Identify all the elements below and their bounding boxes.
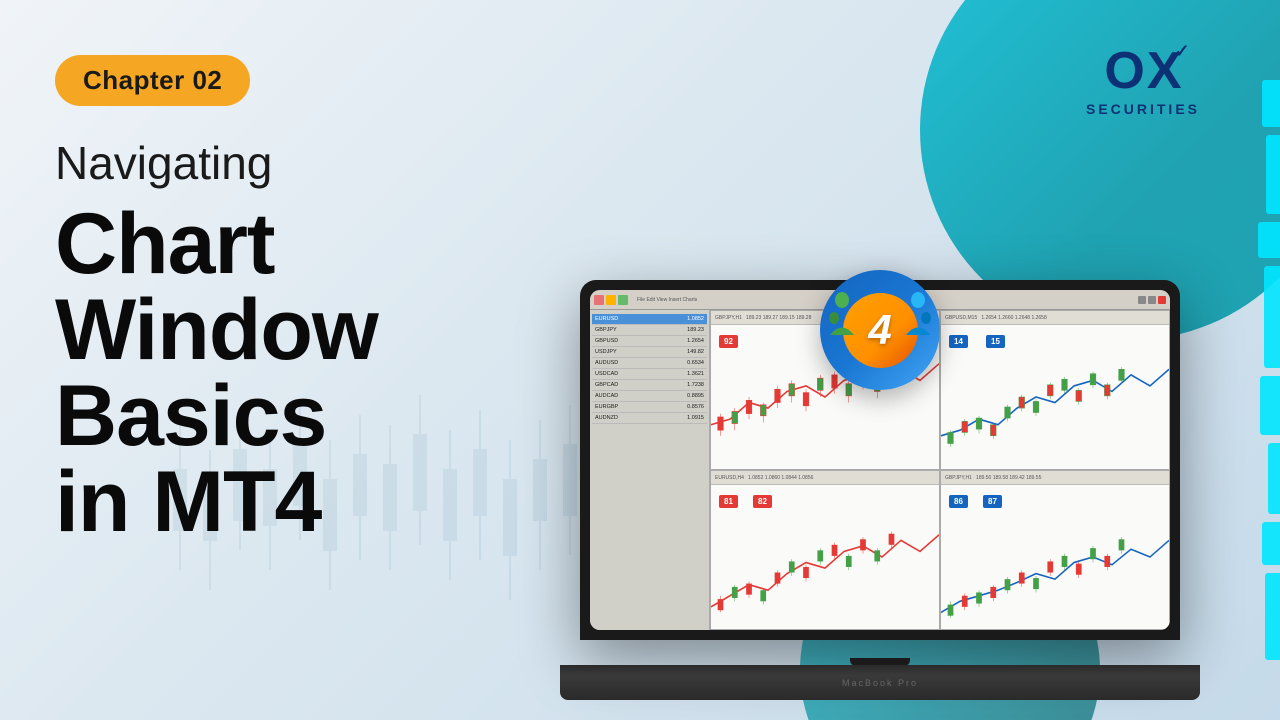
mt4-sidebar: EURUSD1.0852 GBPJPY189.23 GBPUSD1.2654 U…	[590, 310, 710, 630]
title-line3: Basics	[55, 373, 378, 459]
chart-header-tr: GBPUSD,M15 1.2654 1.2660 1.2648 1.2658	[941, 311, 1169, 325]
side-bar-6	[1268, 443, 1280, 514]
price-badge-br-sell: 86	[949, 495, 968, 508]
mt4-logo-overlay: 4	[820, 270, 940, 390]
page-container: Chapter 02 Navigating Chart Window Basic…	[0, 0, 1280, 720]
main-title: Chart Window Basics in MT4	[55, 201, 378, 545]
subtitle-text: Navigating	[55, 136, 378, 191]
chart-panel-bottom-right: GBPJPY,H1 189.50 189.58 189.42 189.55	[940, 470, 1170, 630]
chapter-badge-text: Chapter 02	[83, 65, 222, 95]
title-line2: Window	[55, 287, 378, 373]
sidebar-pair-usdjpy: USDJPY149.82	[592, 347, 707, 358]
toolbar-ctrl-3	[1158, 296, 1166, 304]
laptop-base	[560, 665, 1200, 700]
price-badge-br-buy: 87	[983, 495, 1002, 508]
figure-right-icon	[904, 290, 932, 335]
figure-left-icon	[828, 290, 856, 335]
mt4-number: 4	[868, 309, 891, 351]
toolbar-btn-2	[606, 295, 616, 305]
side-bar-2	[1266, 135, 1280, 214]
logo-x-wrapper: X ✓	[1147, 45, 1182, 97]
side-bar-5	[1260, 376, 1280, 435]
logo-tagline: SECURITIES	[1086, 101, 1200, 117]
side-bar-3	[1258, 222, 1280, 257]
side-bar-8	[1265, 573, 1280, 660]
laptop-mockup: 4 File Edi	[560, 280, 1200, 700]
logo-symbol: O X ✓	[1086, 45, 1200, 97]
logo-container: O X ✓ SECURITIES	[1086, 45, 1200, 117]
logo-checkmark: ✓	[1174, 41, 1189, 62]
price-badge-tr-sell: 14	[949, 335, 968, 348]
chart-panel-top-right: GBPUSD,M15 1.2654 1.2660 1.2648 1.2658	[940, 310, 1170, 470]
side-bar-7	[1262, 522, 1280, 565]
sidebar-pair-usdcad: USDCAD1.3621	[592, 369, 707, 380]
chart-area-tr: 14 15	[941, 325, 1169, 469]
chapter-badge: Chapter 02	[55, 55, 250, 106]
side-bar-4	[1264, 266, 1280, 368]
sidebar-pair-audcad: AUDCAD0.8895	[592, 391, 707, 402]
sidebar-pair-audusd: AUDUSD0.6534	[592, 358, 707, 369]
toolbar-controls	[1138, 296, 1166, 304]
sidebar-pair-gbpusd: GBPUSD1.2654	[592, 336, 707, 347]
price-badge-tl-sell: 92	[719, 335, 738, 348]
chart-header-br: GBPJPY,H1 189.50 189.58 189.42 189.55	[941, 471, 1169, 485]
sidebar-pair-eurusd: EURUSD1.0852	[592, 314, 707, 325]
sidebar-pair-audnzd: AUDNZD1.0915	[592, 413, 707, 424]
chart-area-bl: 81 82	[711, 485, 939, 629]
sidebar-pair-gbpcad: GBPCAD1.7238	[592, 380, 707, 391]
sidebar-pair-eurgbp: EURGBP0.8576	[592, 402, 707, 413]
toolbar-ctrl-2	[1148, 296, 1156, 304]
sidebar-pair-gbpjpy: GBPJPY189.23	[592, 325, 707, 336]
toolbar-ctrl-1	[1138, 296, 1146, 304]
price-badge-tr-buy: 15	[986, 335, 1005, 348]
price-badge-bl-sell: 81	[719, 495, 738, 508]
logo-letter-o: O	[1104, 45, 1144, 97]
mt4-logo-circle: 4	[820, 270, 940, 390]
side-bar-1	[1262, 80, 1280, 127]
side-decorative-bars	[1220, 0, 1280, 720]
chart-panel-bottom-left: EURUSD,H4 1.0852 1.0860 1.0844 1.0856	[710, 470, 940, 630]
price-badge-bl-buy: 82	[753, 495, 772, 508]
toolbar-btn-3	[618, 295, 628, 305]
title-line1: Chart	[55, 201, 378, 287]
title-line4: in MT4	[55, 459, 378, 545]
toolbar-btn-1	[594, 295, 604, 305]
chart-header-bl: EURUSD,H4 1.0852 1.0860 1.0844 1.0856	[711, 471, 939, 485]
left-content: Chapter 02 Navigating Chart Window Basic…	[55, 55, 378, 545]
chart-area-br: 86 87	[941, 485, 1169, 629]
